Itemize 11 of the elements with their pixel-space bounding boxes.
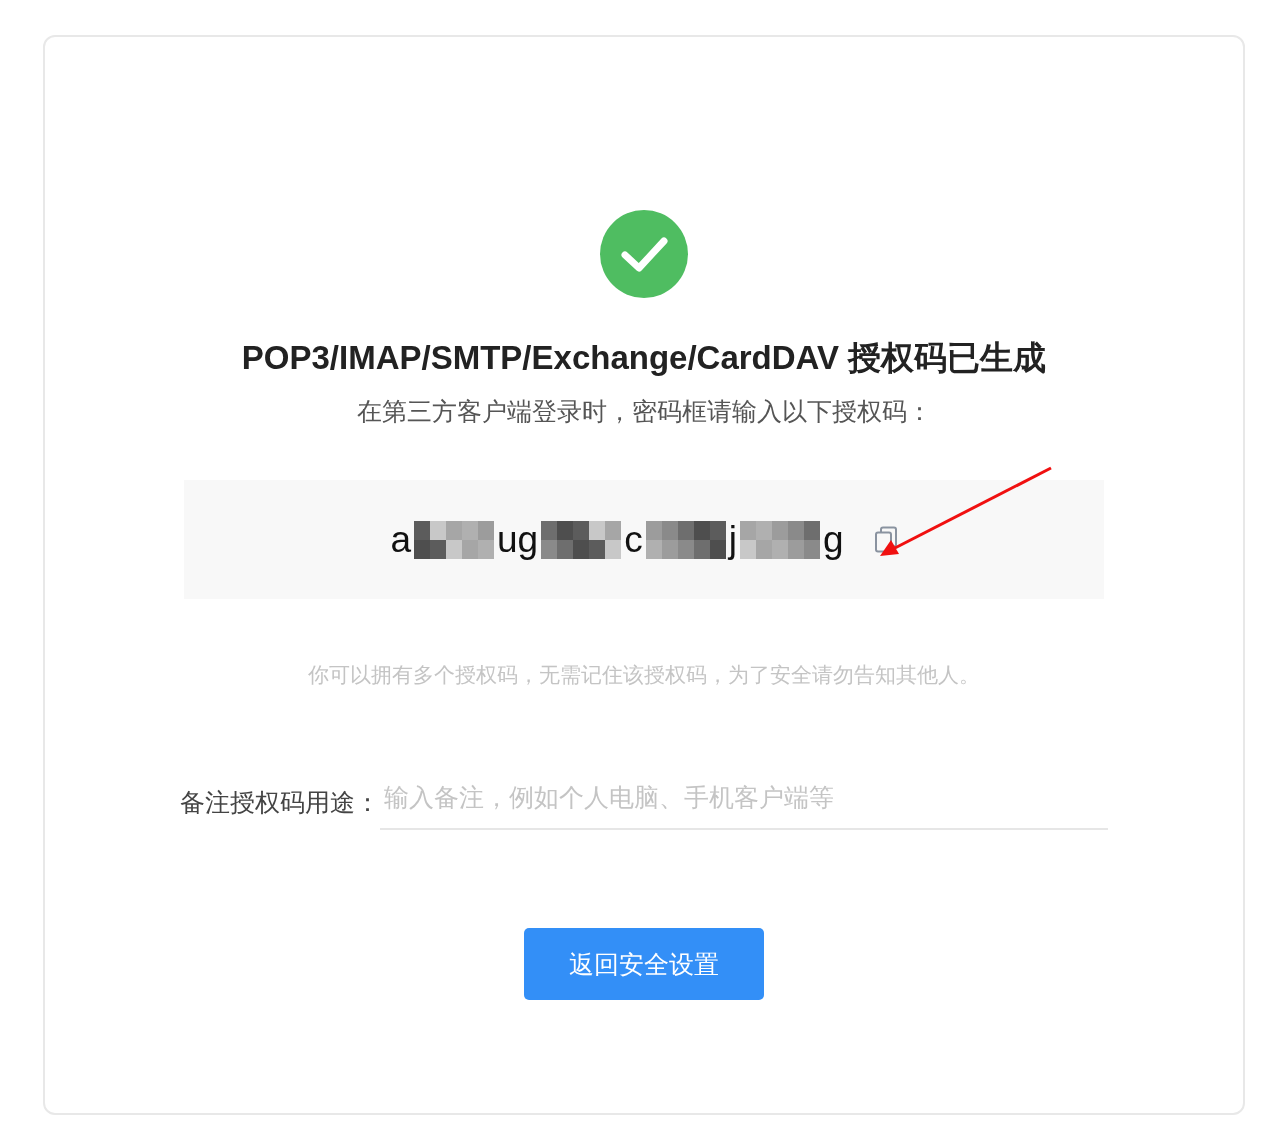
page-title: POP3/IMAP/SMTP/Exchange/CardDAV 授权码已生成 — [241, 338, 1047, 378]
back-button[interactable]: 返回安全设置 — [524, 928, 764, 1000]
field-label: 备注授权码用途： — [180, 787, 380, 818]
code-text: a — [390, 518, 412, 561]
purpose-input-field[interactable]: 输入备注，例如个人电脑、手机客户端等 — [380, 773, 1108, 830]
code-text: j — [728, 518, 737, 561]
code-text: c — [624, 518, 643, 561]
hint-text: 你可以拥有多个授权码，无需记住该授权码，为了安全请勿告知其他人。 — [308, 662, 980, 688]
instruction-text: 在第三方客户端登录时，密码框请输入以下授权码： — [356, 396, 932, 427]
code-text: g — [822, 518, 844, 561]
code-text: ug — [497, 518, 539, 561]
